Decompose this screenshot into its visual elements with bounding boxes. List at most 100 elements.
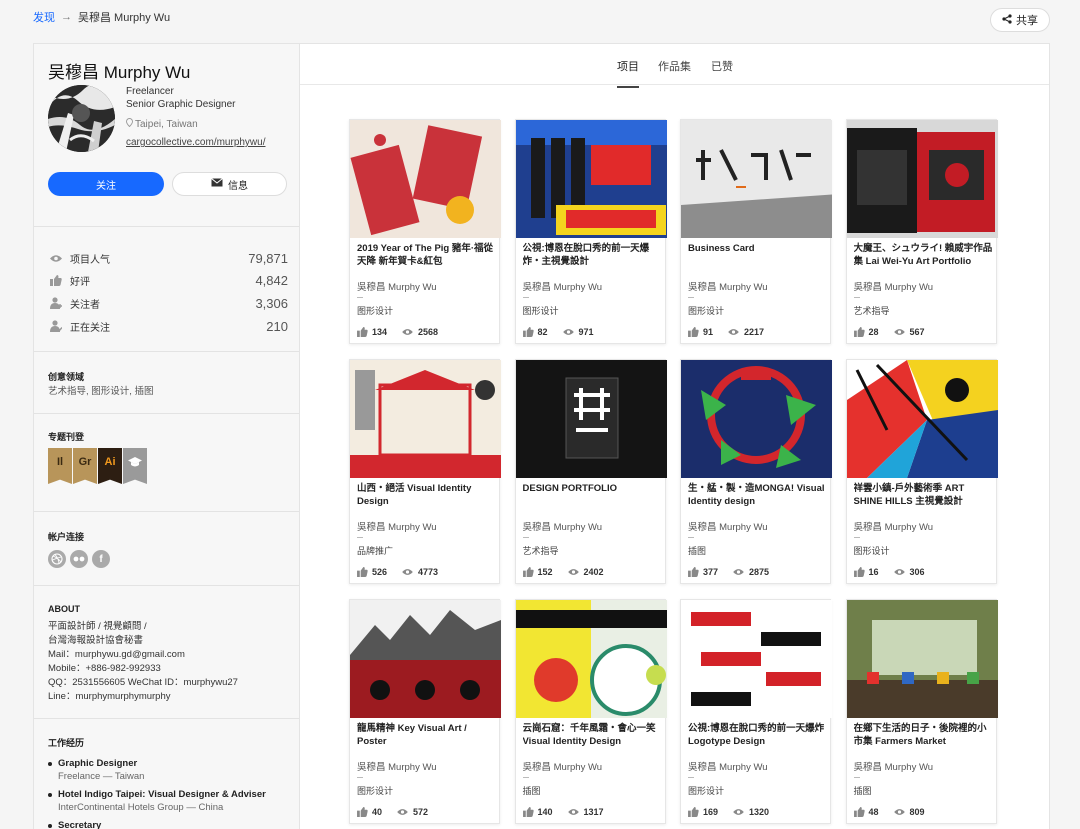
share-button[interactable]: 共享 <box>990 8 1050 32</box>
like-count: 48 <box>868 807 879 817</box>
project-thumbnail[interactable] <box>350 120 501 238</box>
thumbs-up-icon <box>522 807 534 817</box>
project-title[interactable]: 2019 Year of The Pig 豬年·福從天降 新年賀卡&紅包 <box>357 242 497 268</box>
project-category: 艺术指导 <box>853 297 890 316</box>
tab-projects[interactable]: 项目 <box>617 58 639 88</box>
project-card[interactable]: DESIGN PORTFOLIO 吳穆昌 Murphy Wu 艺术指导 152 2402 <box>514 359 667 584</box>
project-card[interactable]: 公視:博恩在脫口秀的前一天爆炸 Logotype Design 吳穆昌 Murph… <box>680 599 832 824</box>
project-thumbnail[interactable] <box>846 600 998 718</box>
stat-label: 项目人气 <box>70 254 110 266</box>
project-author[interactable]: 吳穆昌 Murphy Wu <box>854 759 934 773</box>
project-title[interactable]: 山西・絕活 Visual Identity Design <box>357 482 497 508</box>
flickr-icon[interactable] <box>70 550 88 568</box>
project-stats: 526 4773 <box>357 567 438 577</box>
project-author[interactable]: 吳穆昌 Murphy Wu <box>688 759 768 773</box>
dribbble-icon[interactable] <box>48 550 66 568</box>
featured-badges: Il Gr Ai <box>48 448 147 484</box>
follow-button[interactable]: 关注 <box>48 172 164 196</box>
work-item-sub: Freelance — Taiwan <box>58 771 145 782</box>
thumbs-up-icon <box>688 327 699 337</box>
project-card[interactable]: Business Card 吳穆昌 Murphy Wu 图形设计 91 2217 <box>680 119 832 344</box>
project-stats: 16 306 <box>853 567 925 577</box>
project-author[interactable]: 吳穆昌 Murphy Wu <box>523 519 603 533</box>
eye-icon <box>401 568 414 576</box>
project-thumbnail[interactable] <box>681 360 832 478</box>
project-title[interactable]: 公視:博恩在脫口秀的前一天爆炸 Logotype Design <box>688 722 828 748</box>
project-author[interactable]: 吳穆昌 Murphy Wu <box>357 519 437 533</box>
project-thumbnail[interactable] <box>515 360 667 478</box>
project-title[interactable]: 大魔王、シュウライ! 賴威宇作品集 Lai Wei-Yu Art Portfol… <box>854 242 994 268</box>
project-card[interactable]: 公視:博恩在脫口秀的前一天爆炸・主視覺設計 吳穆昌 Murphy Wu 图形设计 82… <box>514 119 667 344</box>
tab-bar: 项目 作品集 已赞 <box>300 44 1049 88</box>
project-card[interactable]: 龍馬精神 Key Visual Art / Poster 吳穆昌 Murphy W… <box>349 599 501 824</box>
graphic-design-badge[interactable]: Gr <box>73 448 97 484</box>
illustration-badge[interactable]: Il <box>48 448 72 484</box>
project-author[interactable]: 吳穆昌 Murphy Wu <box>688 279 768 293</box>
profile-website-link[interactable]: cargocollective.com/murphywu/ <box>126 136 266 149</box>
view-count: 2568 <box>418 327 439 337</box>
project-title[interactable]: 祥雲小鎮-戶外藝術季 ART SHINE HILLS 主視覺設計 <box>854 482 994 508</box>
project-author[interactable]: 吳穆昌 Murphy Wu <box>854 519 934 533</box>
project-thumbnail[interactable] <box>681 600 832 718</box>
project-author[interactable]: 吳穆昌 Murphy Wu <box>523 279 603 293</box>
thumbs-up-icon <box>688 807 699 817</box>
project-category: 插图 <box>853 777 872 796</box>
about-line: 平面設計師 / 視覺顧問 / <box>48 621 147 632</box>
illustrator-badge[interactable]: Ai <box>98 448 122 484</box>
project-thumbnail[interactable] <box>846 120 998 238</box>
project-thumbnail[interactable] <box>350 600 501 718</box>
project-card[interactable]: 山西・絕活 Visual Identity Design 吳穆昌 Murphy W… <box>349 359 501 584</box>
project-category: 图形设计 <box>357 297 394 316</box>
thumbs-up-icon <box>48 275 63 287</box>
project-thumbnail[interactable] <box>846 360 998 478</box>
project-thumbnail[interactable] <box>681 120 832 238</box>
project-card[interactable]: 祥雲小鎮-戶外藝術季 ART SHINE HILLS 主視覺設計吳穆昌 Murp… <box>845 359 998 584</box>
thumbs-up-icon <box>357 327 368 337</box>
stats-list: 项目人气 79,871 好评 4,842 关注者 3,306 正在关注 210 <box>48 247 288 337</box>
project-title[interactable]: 生・艋・製・造MONGA! Visual Identity design <box>688 482 828 508</box>
message-button[interactable]: 信息 <box>172 172 287 196</box>
project-thumbnail[interactable] <box>515 600 667 718</box>
facebook-icon[interactable]: f <box>92 550 110 568</box>
view-count: 306 <box>909 567 925 577</box>
project-author[interactable]: 吳穆昌 Murphy Wu <box>357 759 437 773</box>
tab-liked[interactable]: 已赞 <box>711 58 733 86</box>
project-card[interactable]: 大魔王、シュウライ! 賴威宇作品集 Lai Wei-Yu Art Portfol… <box>845 119 998 344</box>
project-author[interactable]: 吳穆昌 Murphy Wu <box>357 279 437 293</box>
stat-row: 关注者 3,306 <box>48 292 288 315</box>
project-title[interactable]: 在鄉下生活的日子・後院裡的小市集 Farmers Market <box>854 722 994 748</box>
project-card[interactable]: 在鄉下生活的日子・後院裡的小市集 Farmers Market 吳穆昌 Murph… <box>845 599 998 824</box>
breadcrumb-discover-link[interactable]: 发现 <box>33 9 55 25</box>
thumbs-up-icon <box>522 567 534 577</box>
graduation-cap-badge[interactable] <box>123 448 147 484</box>
project-author[interactable]: 吳穆昌 Murphy Wu <box>523 759 603 773</box>
project-thumbnail[interactable] <box>515 120 667 238</box>
about-line: 台灣海報設計協會秘書 <box>48 635 144 646</box>
project-author[interactable]: 吳穆昌 Murphy Wu <box>688 519 768 533</box>
tab-collections[interactable]: 作品集 <box>658 58 691 86</box>
work-item-title: Hotel Indigo Taipei: Visual Designer & A… <box>58 789 266 800</box>
project-thumbnail[interactable] <box>350 360 501 478</box>
project-author[interactable]: 吳穆昌 Murphy Wu <box>854 279 934 293</box>
project-title[interactable]: DESIGN PORTFOLIO <box>523 482 663 508</box>
project-card[interactable]: 2019 Year of The Pig 豬年·福從天降 新年賀卡&紅包吳穆昌 … <box>349 119 501 344</box>
about-line: Line：murphymurphymurphy <box>48 691 171 702</box>
like-count: 377 <box>703 567 719 577</box>
top-bar: 发现 → 吴穆昌 Murphy Wu 共享 <box>0 0 1080 40</box>
project-title[interactable]: Business Card <box>688 242 828 268</box>
eye-icon <box>893 328 906 336</box>
eye-icon <box>727 328 740 336</box>
project-category: 艺术指导 <box>522 537 559 556</box>
thumbs-up-icon <box>853 567 865 577</box>
project-category: 图形设计 <box>688 297 725 316</box>
project-title[interactable]: 龍馬精神 Key Visual Art / Poster <box>357 722 497 748</box>
project-title[interactable]: 公視:博恩在脫口秀的前一天爆炸・主視覺設計 <box>523 242 663 268</box>
projects-panel: 项目 作品集 已赞 2019 Year of The Pig 豬年·福從天降 新… <box>300 43 1050 829</box>
about-title: ABOUT <box>48 604 80 614</box>
thumbs-up-icon <box>357 807 368 817</box>
project-card[interactable]: 生・艋・製・造MONGA! Visual Identity design 吳穆昌 … <box>680 359 832 584</box>
like-count: 134 <box>372 327 388 337</box>
project-title[interactable]: 云崗石窟：千年風霜・會心一笑 Visual Identity Design <box>523 722 663 748</box>
project-category: 图形设计 <box>357 777 394 796</box>
project-card[interactable]: 云崗石窟：千年風霜・會心一笑 Visual Identity Design 吳穆昌… <box>514 599 667 824</box>
